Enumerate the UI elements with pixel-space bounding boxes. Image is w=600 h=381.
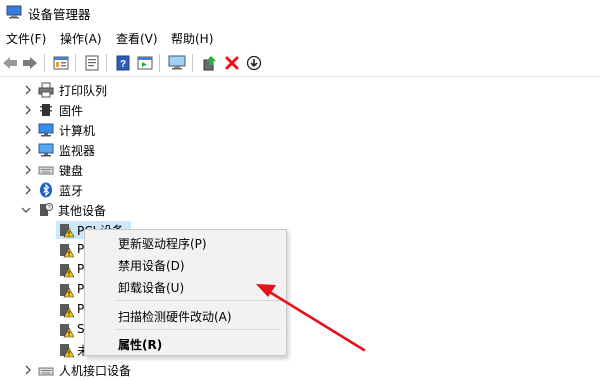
title-bar: 设备管理器 [0,0,600,26]
tree-item-label: 其他设备 [58,204,107,218]
warning-device-icon [60,264,74,278]
warning-device-icon [60,344,74,358]
action-pane-icon[interactable] [135,53,155,73]
menu-file[interactable]: 文件(F) [6,30,46,47]
tree-item-label: 键盘 [59,164,84,178]
menu-item-label: 卸载设备(U) [118,281,185,295]
tree-item-label: 蓝牙 [59,184,84,198]
keyboard-icon [38,166,54,175]
warning-device-icon [60,284,74,298]
bluetooth-icon [40,182,52,198]
firmware-icon [40,104,52,116]
device-manager-icon [6,5,22,19]
menu-item-update-driver[interactable]: 更新驱动程序(P) [85,232,286,252]
svg-text:?: ? [120,59,126,70]
context-menu: 更新驱动程序(P) 禁用设备(D) 卸载设备(U) 扫描检测硬件改动(A) 属性… [84,229,287,356]
menu-item-properties[interactable]: 属性(R) [85,333,286,353]
menu-view[interactable]: 查看(V) [116,30,158,47]
forward-arrow-icon[interactable] [20,53,40,73]
chevron-right-icon[interactable] [22,364,34,376]
tree-item-bluetooth[interactable]: 蓝牙 [0,180,600,200]
uninstall-x-icon[interactable] [222,53,242,73]
warning-device-icon [60,224,74,238]
help-icon[interactable]: ? [113,53,133,73]
tree-item-firmware[interactable]: 固件 [0,100,600,120]
printer-icon [38,82,54,98]
tree-item-hid[interactable]: 人机接口设备 [0,360,600,380]
tree-item-computer[interactable]: 计算机 [0,120,600,140]
tree-item-label: 打印队列 [59,84,108,98]
chevron-right-icon[interactable] [22,84,34,96]
chevron-right-icon[interactable] [22,164,34,176]
menu-separator [115,300,281,301]
toolbar-separator [75,54,76,72]
tree-item-printer[interactable]: 打印队列 [0,80,600,100]
monitor-icon [38,143,54,157]
chevron-right-icon[interactable] [22,124,34,136]
menu-item-uninstall-device[interactable]: 卸载设备(U) [85,276,286,296]
tree-item-label: 人机接口设备 [59,364,132,378]
update-driver-icon[interactable] [200,53,220,73]
toolbar-separator [106,54,107,72]
back-arrow-icon[interactable] [0,53,20,73]
menu-separator [115,329,281,330]
menu-item-scan-hardware[interactable]: 扫描检测硬件改动(A) [85,305,286,325]
chevron-right-icon[interactable] [22,144,34,156]
properties-sheet-icon[interactable] [82,53,102,73]
tree-item-label: 计算机 [59,124,96,138]
download-circle-icon[interactable] [244,53,264,73]
menu-item-label: 更新驱动程序(P) [118,237,207,251]
chevron-right-icon[interactable] [22,104,34,116]
tree-item-keyboard[interactable]: 键盘 [0,160,600,180]
warning-device-icon [60,244,74,258]
chevron-right-icon[interactable] [22,184,34,196]
menu-item-disable-device[interactable]: 禁用设备(D) [85,254,286,274]
toolbar-separator [159,54,160,72]
menu-item-label: 属性(R) [118,338,163,352]
computer-icon [38,123,54,137]
tree-item-label: 固件 [59,104,84,118]
menu-bar: 文件(F) 操作(A) 查看(V) 帮助(H) [0,27,600,49]
chevron-down-icon[interactable] [20,204,32,216]
toolbar: ? [0,50,600,77]
unknown-device-icon: ? [40,203,53,216]
hid-icon [38,367,54,376]
show-hide-tree-icon[interactable] [51,53,71,73]
tree-item-monitor[interactable]: 监视器 [0,140,600,160]
toolbar-separator [192,54,193,72]
menu-item-label: 禁用设备(D) [118,259,185,273]
warning-device-icon [60,324,74,338]
warning-device-icon [60,304,74,318]
menu-help[interactable]: 帮助(H) [171,30,213,47]
window-title: 设备管理器 [28,7,91,22]
monitor-scan-icon[interactable] [167,53,187,73]
menu-action[interactable]: 操作(A) [60,30,102,47]
toolbar-separator [44,54,45,72]
tree-item-label: 监视器 [59,144,96,158]
tree-item-other-devices[interactable]: ? 其他设备 [0,200,600,220]
menu-item-label: 扫描检测硬件改动(A) [118,310,232,324]
